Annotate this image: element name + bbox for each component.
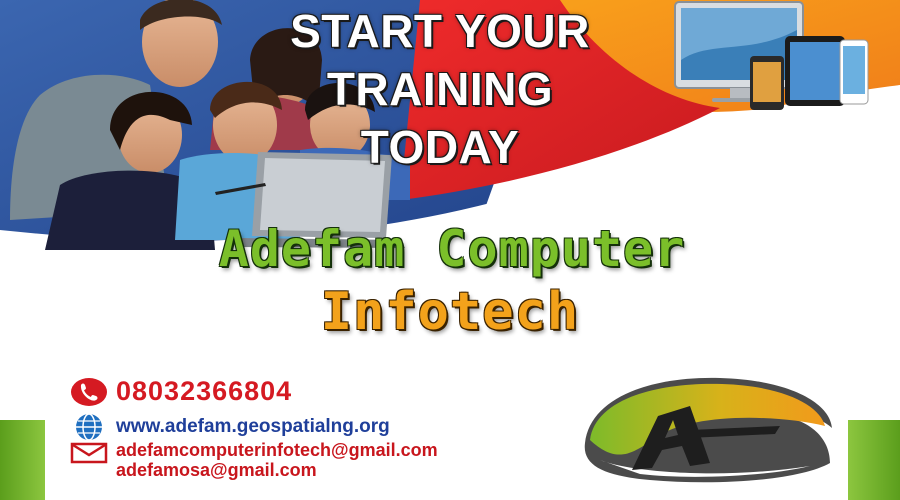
brand-name-line-1: Adefam Computer [218, 220, 686, 278]
flyer: START YOUR TRAINING TODAY Adefam Compute… [0, 0, 900, 500]
website-link[interactable]: www.adefam.geospatialng.org [116, 416, 390, 438]
company-logo [584, 377, 832, 483]
mail-icon [70, 442, 108, 464]
globe-icon [76, 413, 102, 441]
email-link-2[interactable]: adefamosa@gmail.com [116, 460, 438, 480]
green-accent-left [0, 420, 45, 500]
phone-icon [71, 377, 107, 406]
brand-name-line-2: Infotech [320, 282, 580, 342]
headline-line-3: TODAY [360, 121, 520, 173]
website-row: www.adefam.geospatialng.org [70, 413, 390, 441]
email-row: adefamcomputerinfotech@gmail.com adefamo… [70, 440, 438, 480]
phone-number[interactable]: 08032366804 [116, 376, 292, 407]
email-link-1[interactable]: adefamcomputerinfotech@gmail.com [116, 440, 438, 460]
headline-line-1: START YOUR [290, 5, 590, 57]
headline: START YOUR TRAINING TODAY [205, 2, 675, 176]
green-accent-right [848, 420, 900, 500]
phone-row: 08032366804 [70, 376, 292, 407]
headline-line-2: TRAINING [326, 63, 554, 115]
